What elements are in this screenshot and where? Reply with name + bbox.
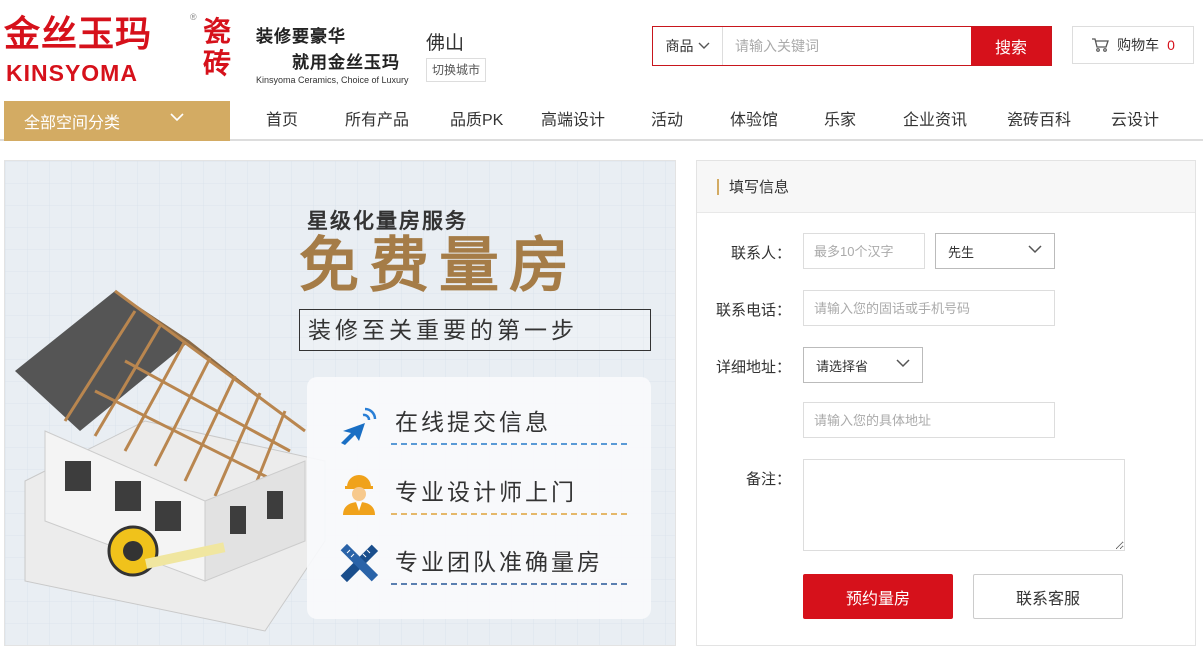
appointment-form: 填写信息 联系人： 先生 联系电话： 详细地址： 请选择省 备注： 预约量房 联… xyxy=(696,160,1196,646)
search-category-select[interactable]: 商品 xyxy=(653,27,723,65)
address-detail-input[interactable] xyxy=(803,402,1055,438)
nav-item-tile-wiki[interactable]: 瓷砖百科 xyxy=(1007,101,1071,141)
book-measure-button[interactable]: 预约量房 xyxy=(803,574,953,619)
search-button[interactable]: 搜索 xyxy=(971,27,1051,65)
nav-item-news[interactable]: 企业资讯 xyxy=(903,101,967,141)
step-text: 专业团队准确量房 xyxy=(395,549,603,575)
contact-label: 联系人： xyxy=(730,245,791,262)
step-divider xyxy=(391,443,627,445)
chevron-down-icon xyxy=(698,42,709,49)
salutation-select[interactable]: 先生 xyxy=(935,233,1055,269)
nav-item-products[interactable]: 所有产品 xyxy=(345,101,409,141)
slogan-line-2: 就用金丝玉玛 xyxy=(292,53,400,73)
slogan-en: Kinsyoma Ceramics, Choice of Luxury xyxy=(256,75,409,85)
free-measure-banner: 星级化量房服务 免费量房 装修至关重要的第一步 在线提交信息 专业设计师上门 专… xyxy=(4,160,676,646)
search-bar: 商品 搜索 xyxy=(652,26,1052,66)
contact-name-input[interactable] xyxy=(803,233,925,269)
all-categories-menu[interactable]: 全部空间分类 xyxy=(4,101,230,141)
search-category-label: 商品 xyxy=(665,38,694,54)
brand-name-en: KINSYOMA xyxy=(6,60,138,86)
brand-name-cn: 金丝玉玛 xyxy=(4,14,153,55)
notes-label: 备注： xyxy=(745,471,791,488)
service-step: 专业设计师上门 xyxy=(337,463,627,517)
ruler-tools-icon xyxy=(340,543,379,583)
switch-city-button[interactable]: 切换城市 xyxy=(426,58,487,82)
phone-label: 联系电话： xyxy=(715,302,791,319)
cart-button[interactable]: 购物车 0 xyxy=(1072,26,1194,64)
chevron-down-icon xyxy=(170,113,184,122)
designer-icon xyxy=(343,475,375,515)
step-divider xyxy=(391,583,627,585)
nav-item-home[interactable]: 首页 xyxy=(266,101,298,141)
registered-mark: ® xyxy=(190,12,197,22)
form-header-accent xyxy=(717,178,719,195)
all-categories-label: 全部空间分类 xyxy=(24,115,121,132)
nav-item-quality-pk[interactable]: 品质PK xyxy=(450,101,503,141)
notes-textarea[interactable] xyxy=(803,459,1125,551)
slogan-line-1: 装修要豪华 xyxy=(256,27,346,47)
phone-input[interactable] xyxy=(803,290,1055,326)
search-input[interactable] xyxy=(723,27,971,65)
chevron-down-icon xyxy=(896,359,910,368)
brand-logo[interactable]: 金丝玉玛 ® 瓷砖 KINSYOMA xyxy=(4,8,236,86)
cart-icon xyxy=(1092,38,1109,52)
salutation-value: 先生 xyxy=(948,244,975,260)
contact-service-button[interactable]: 联系客服 xyxy=(973,574,1123,619)
address-label: 详细地址： xyxy=(715,359,791,376)
nav-item-design[interactable]: 高端设计 xyxy=(541,101,605,141)
banner-title: 免费量房 xyxy=(299,232,579,299)
brand-slogan: 装修要豪华 就用金丝玉玛 Kinsyoma Ceramics, Choice o… xyxy=(256,22,412,85)
banner-tagline: 装修至关重要的第一步 xyxy=(299,309,651,351)
service-steps-card: 在线提交信息 专业设计师上门 专业团队准确量房 xyxy=(307,377,651,619)
cursor-click-icon xyxy=(341,407,377,445)
nav-item-events[interactable]: 活动 xyxy=(651,101,683,141)
step-text: 专业设计师上门 xyxy=(395,479,577,505)
main-nav: 全部空间分类 首页 所有产品 品质PK 高端设计 活动 体验馆 乐家 企业资讯 … xyxy=(0,101,1203,141)
current-city: 佛山 xyxy=(426,33,465,54)
chevron-down-icon xyxy=(1028,245,1042,254)
form-title: 填写信息 xyxy=(729,179,790,196)
step-text: 在线提交信息 xyxy=(395,409,551,435)
step-divider xyxy=(391,513,627,515)
nav-item-lejia[interactable]: 乐家 xyxy=(824,101,856,141)
service-step: 在线提交信息 xyxy=(337,393,627,447)
cart-count: 0 xyxy=(1167,37,1175,53)
nav-item-cloud-design[interactable]: 云设计 xyxy=(1111,101,1159,141)
cart-label: 购物车 xyxy=(1117,37,1160,53)
form-header: 填写信息 xyxy=(697,161,1195,213)
service-step: 专业团队准确量房 xyxy=(337,533,627,587)
province-value: 请选择省 xyxy=(816,358,869,374)
nav-item-showroom[interactable]: 体验馆 xyxy=(730,101,778,141)
province-select[interactable]: 请选择省 xyxy=(803,347,923,383)
brand-name-suffix: 瓷砖 xyxy=(203,16,232,79)
